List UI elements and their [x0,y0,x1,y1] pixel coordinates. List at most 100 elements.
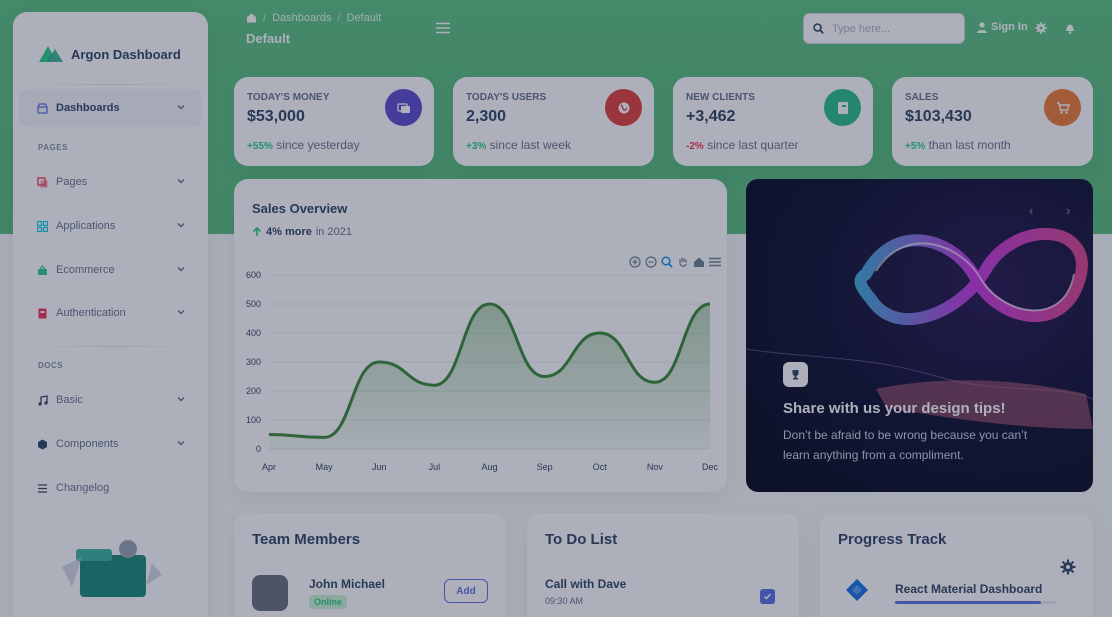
list-icon [37,483,48,494]
divider [31,346,196,347]
hamburger-menu-icon[interactable] [436,22,450,34]
search-input[interactable] [832,22,952,35]
docs-illustration-icon [62,540,162,597]
sidebar-item-pages[interactable]: Pages [19,163,202,201]
sign-in-label: Sign In [991,21,1028,33]
todo-time: 09:30 AM [545,596,584,606]
search-box[interactable] [803,13,965,44]
carousel-next-icon[interactable]: › [1066,203,1070,218]
stat-value: 2,300 [466,108,507,125]
sidebar-item-components[interactable]: Components [19,425,202,463]
sidebar-item-label: Applications [56,220,116,232]
money-icon [385,89,422,126]
sidebar-item-applications[interactable]: Applications [19,207,202,245]
card-title: To Do List [545,531,618,548]
sign-in-link[interactable]: Sign In [977,21,1028,33]
card-title: Team Members [252,531,361,548]
breadcrumb: / Dashboards / Default [246,12,381,24]
applications-icon [37,220,48,232]
stat-label: Today's Money [247,92,330,103]
carousel-prev-icon[interactable]: ‹ [1029,203,1033,218]
x-tick-label: Dec [702,462,719,472]
stat-label: Sales [905,92,939,103]
member-name: John Michael [309,577,386,591]
stat-delta: -2% [686,141,704,152]
music-note-icon [37,394,48,406]
todo-list-card: To Do List Call with Dave 09:30 AM [527,513,799,617]
progress-bar [895,601,1057,604]
breadcrumb-item[interactable]: Dashboards [272,12,331,24]
sidebar-item-basic[interactable]: Basic [19,381,202,419]
user-icon [977,21,987,33]
chevron-down-icon [177,440,185,446]
progress-bar-fill [895,601,1041,604]
sidebar-item-authentication[interactable]: Authentication [19,294,202,332]
stat-value: +3,462 [686,108,736,125]
x-tick-label: Apr [262,462,276,472]
promo-carousel[interactable]: ‹ › Share with us your design tips! Don’… [746,179,1093,492]
chevron-down-icon [177,266,185,272]
search-icon [813,23,824,34]
cart-icon [1044,89,1081,126]
stat-delta: +5% [905,141,926,152]
gear-icon[interactable] [1035,22,1047,34]
stat-card-sales: Sales $103,430 +5% than last month [892,77,1093,166]
paper-icon [824,89,861,126]
divider [25,84,196,85]
stat-delta-text: since last week [489,138,572,152]
y-tick-label: 400 [246,328,261,338]
sales-overview-card: Sales Overview 4% more in 2021 0 100 200 30… [234,179,727,492]
x-tick-label: Jul [429,462,441,472]
stat-value: $103,430 [905,108,972,125]
sidebar-item-label: Pages [56,176,88,188]
shop-icon [37,102,48,114]
stat-card-money: Today's Money $53,000 +55% since yesterd… [234,77,434,166]
badge-icon [37,308,48,319]
stat-label: New Clients [686,92,755,103]
home-icon[interactable] [246,13,257,23]
sidebar-item-dashboards[interactable]: Dashboards [19,89,202,127]
sidebar-item-label: Basic [56,394,83,406]
progress-track-card: Progress Track React Material Dashboard [820,513,1093,617]
argon-logo-icon [39,46,63,62]
stat-label: Today's Users [466,92,547,103]
x-tick-label: Nov [647,462,664,472]
y-tick-label: 200 [246,386,261,396]
stat-value: $53,000 [247,108,305,125]
x-tick-label: May [316,462,334,472]
stat-delta-text: than last month [928,138,1011,152]
stat-delta-text: since yesterday [276,138,360,152]
stat-delta: +3% [466,141,487,152]
basket-icon [37,264,48,276]
x-tick-label: Jun [372,462,387,472]
x-tick-label: Sep [537,462,553,472]
stat-delta: +55% [247,141,273,152]
breadcrumb-item-current: Default [346,12,382,24]
sidebar-item-label: Authentication [56,307,126,319]
chart-series-area [269,304,710,449]
y-tick-label: 600 [246,270,261,280]
stat-delta-text: since last quarter [707,138,799,152]
y-tick-label: 0 [256,444,261,454]
chevron-down-icon [177,178,185,184]
team-members-card: Team Members John Michael Online Add [234,513,506,617]
sidebar-item-ecommerce[interactable]: Ecommerce [19,251,202,289]
trophy-icon [783,362,808,387]
brand[interactable]: Argon Dashboard [13,12,208,74]
card-title: Progress Track [838,531,947,548]
sidebar-item-changelog[interactable]: Changelog [19,469,202,507]
chevron-down-icon [177,104,185,110]
y-tick-label: 300 [246,357,261,367]
bootstrap-logo-icon [846,579,868,601]
x-tick-label: Oct [593,462,608,472]
stat-card-users: Today's Users 2,300 +3% since last week [453,77,654,166]
status-badge: Online [309,595,348,609]
components-icon [37,439,48,450]
sidebar-item-label: Ecommerce [56,264,115,276]
bell-icon[interactable] [1064,22,1076,34]
avatar [252,575,288,611]
todo-checkbox[interactable] [760,589,775,604]
configurator-gear-icon[interactable] [1060,559,1076,575]
add-button[interactable]: Add [444,579,488,603]
section-label-docs: DOCS [38,361,64,370]
